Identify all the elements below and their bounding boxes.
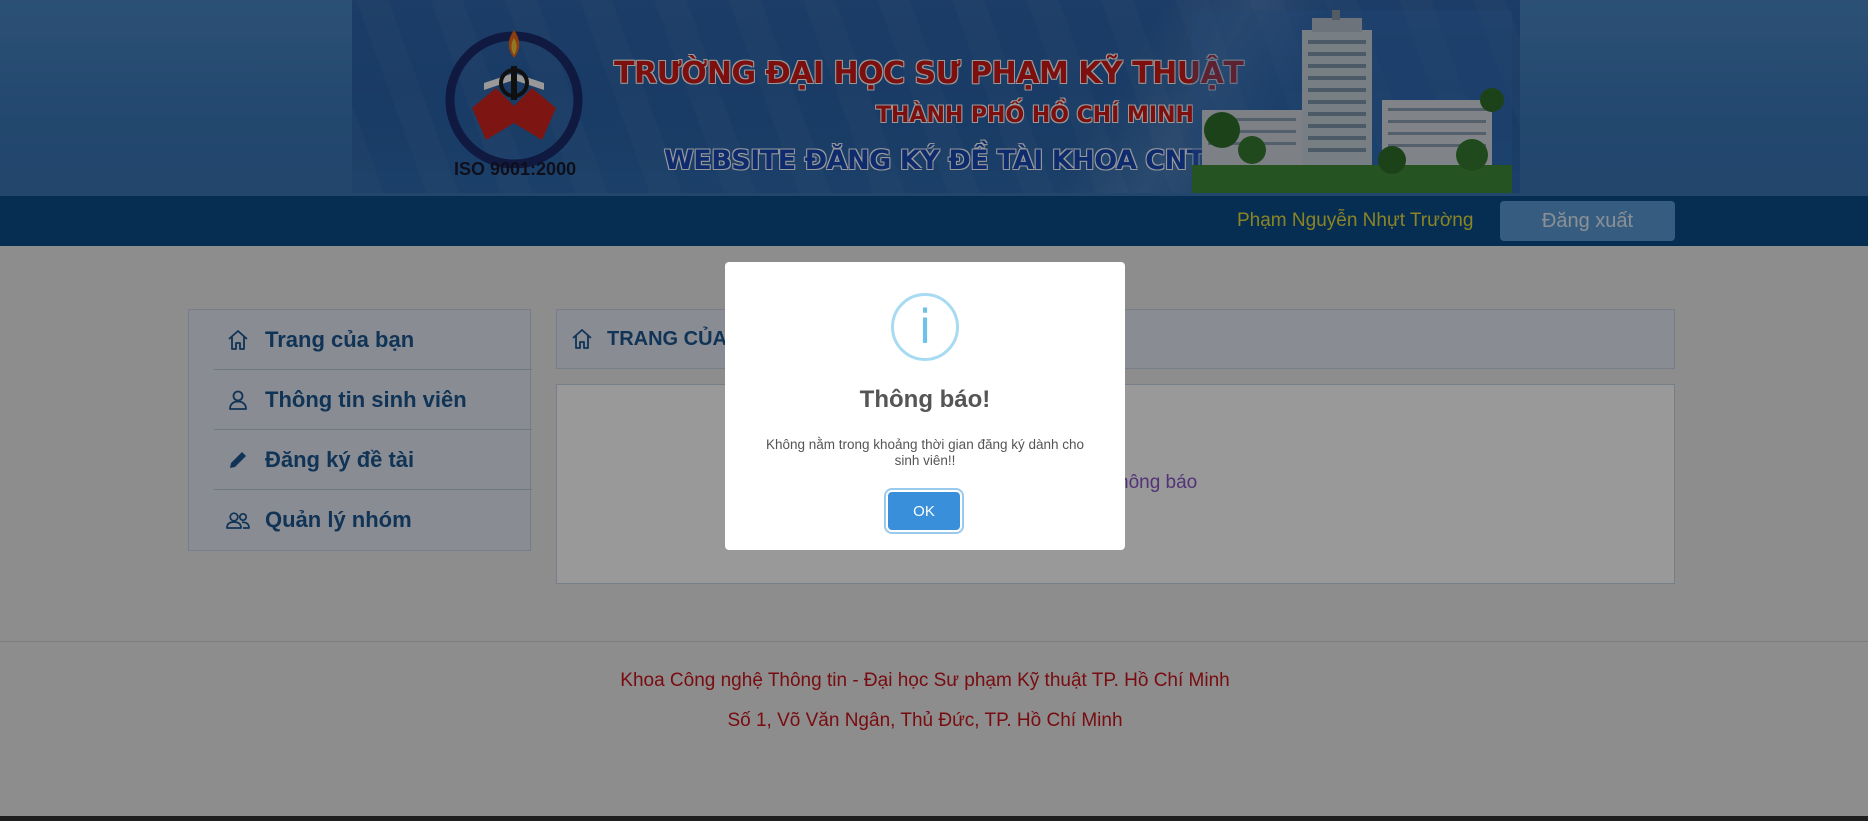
alert-dialog: i Thông báo! Không nằm trong khoảng thời… [725, 262, 1125, 550]
ok-button[interactable]: OK [888, 492, 960, 530]
dialog-message: Không nằm trong khoảng thời gian đăng ký… [765, 437, 1085, 468]
dialog-title: Thông báo! [859, 386, 991, 413]
info-icon: i [891, 293, 959, 361]
